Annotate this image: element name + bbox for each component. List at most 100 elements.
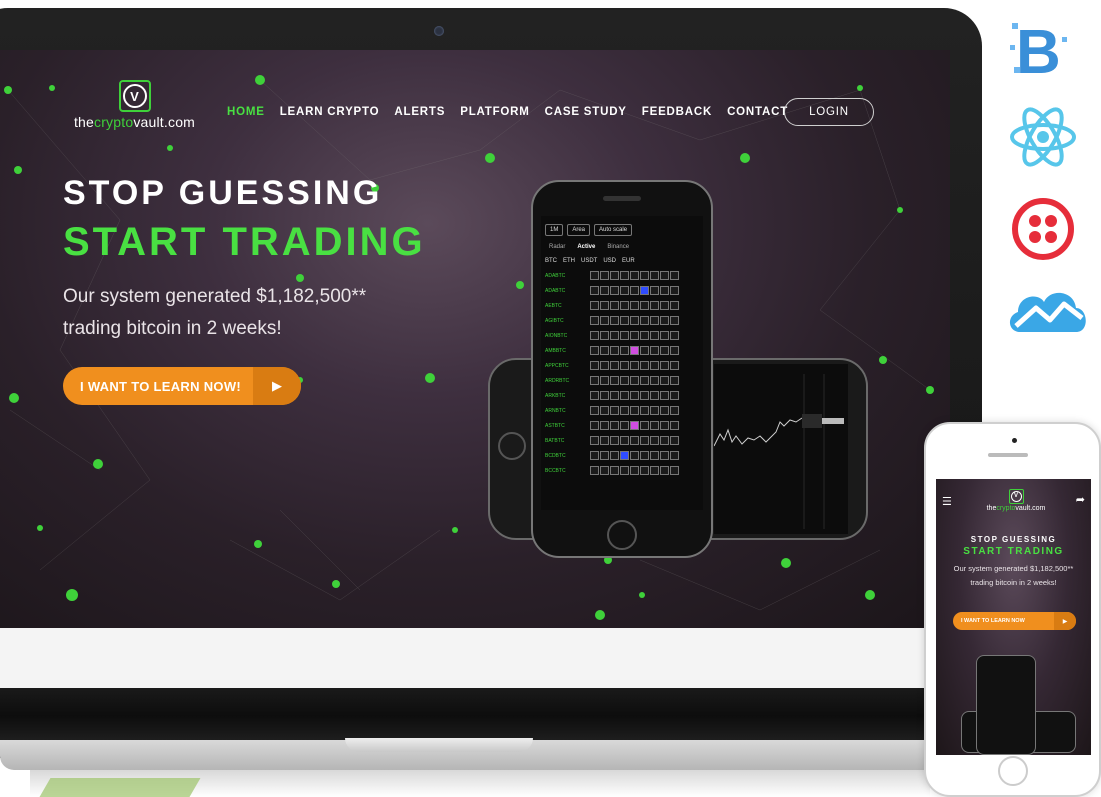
signal-cells: [590, 286, 679, 295]
chart-type-select[interactable]: Area: [567, 224, 591, 236]
tab-active[interactable]: Active: [577, 244, 595, 250]
login-button[interactable]: LOGIN: [784, 98, 874, 126]
signal-cells: [590, 316, 679, 325]
signal-cell: [640, 346, 649, 355]
signal-cell: [610, 286, 619, 295]
signal-cell: [590, 361, 599, 370]
signal-cell: [600, 346, 609, 355]
phone-speaker: [988, 453, 1028, 457]
signal-cell: [630, 271, 639, 280]
signal-cell: [670, 406, 679, 415]
symbol-label: ARNBTC: [545, 407, 566, 414]
signal-cell: [660, 406, 669, 415]
signal-cell: [660, 331, 669, 340]
signal-cell: [620, 271, 629, 280]
mobile-logo[interactable]: V thecryptovault.com: [976, 489, 1056, 512]
tab-radar[interactable]: Radar: [549, 244, 565, 250]
filter-eth[interactable]: ETH: [563, 258, 575, 264]
symbol-list: ADABTC ADABTC AEBTC AGIBTC AIONBTC AMBBTC APPC…: [541, 268, 703, 478]
signal-cell: [610, 316, 619, 325]
hamburger-menu-icon[interactable]: ☰: [942, 495, 952, 508]
hero-subtext-line-2: trading bitcoin in 2 weeks!: [63, 318, 282, 339]
mobile-learn-now-button[interactable]: I WANT TO LEARN NOW ▶: [953, 612, 1076, 630]
symbol-row[interactable]: ARKBTC: [541, 388, 703, 403]
signal-cell: [590, 316, 599, 325]
nav-feedback[interactable]: FEEDBACK: [642, 106, 712, 118]
floor-accent: [39, 778, 201, 797]
learn-now-button[interactable]: I WANT TO LEARN NOW! ▶: [63, 367, 301, 405]
signal-cell: [660, 316, 669, 325]
symbol-row[interactable]: BCDBTC: [541, 448, 703, 463]
phone-speaker: [603, 196, 641, 201]
mobile-logo-wordmark-prefix: the: [986, 505, 997, 512]
signal-cell: [600, 361, 609, 370]
mobile-portrait-phone: [976, 655, 1036, 755]
exchange-select[interactable]: Binance: [607, 244, 629, 250]
symbol-row[interactable]: AEBTC: [541, 298, 703, 313]
signal-cell: [660, 436, 669, 445]
nav-case-study[interactable]: CASE STUDY: [545, 106, 627, 118]
nav-learn-crypto[interactable]: LEARN CRYPTO: [280, 106, 380, 118]
mobile-subtext: Our system generated $1,182,500** tradin…: [940, 562, 1087, 590]
symbol-label: AEBTC: [545, 302, 562, 309]
symbol-row[interactable]: ARDRBTC: [541, 373, 703, 388]
signal-cell: [610, 451, 619, 460]
mobile-screen: ☰ ➦ V thecryptovault.com STOP GUESSING S…: [936, 479, 1091, 755]
mobile-logo-badge-letter: V: [1010, 491, 1022, 502]
signal-cell: [640, 331, 649, 340]
auto-scale-button[interactable]: Auto scale: [594, 224, 633, 236]
symbol-row[interactable]: BATBTC: [541, 433, 703, 448]
symbol-row[interactable]: AMBBTC: [541, 343, 703, 358]
signal-cell: [590, 376, 599, 385]
symbol-row[interactable]: AIONBTC: [541, 328, 703, 343]
symbol-row[interactable]: ASTBTC: [541, 418, 703, 433]
signal-cell: [590, 466, 599, 475]
nav-platform[interactable]: PLATFORM: [460, 106, 529, 118]
site-logo[interactable]: V thecryptovault.com: [62, 80, 207, 130]
hero-subtext-line-1: Our system generated $1,182,500**: [63, 286, 367, 307]
signal-cell: [590, 286, 599, 295]
signal-cell: [640, 451, 649, 460]
hero-subtext: Our system generated $1,182,500** tradin…: [63, 281, 443, 345]
filter-eur[interactable]: EUR: [622, 258, 635, 264]
symbol-row[interactable]: BCCBTC: [541, 463, 703, 478]
symbol-row[interactable]: ADABTC: [541, 268, 703, 283]
signal-cell: [610, 346, 619, 355]
signal-cell: [670, 391, 679, 400]
signal-cell: [590, 346, 599, 355]
signal-cell: [620, 436, 629, 445]
signal-cell: [590, 421, 599, 430]
signal-cell: [640, 436, 649, 445]
signal-cell: [630, 436, 639, 445]
signal-cell: [670, 421, 679, 430]
filter-usdt[interactable]: USDT: [581, 258, 597, 264]
symbol-label: ARKBTC: [545, 392, 566, 399]
symbol-row[interactable]: ADABTC: [541, 283, 703, 298]
home-button-icon[interactable]: [998, 756, 1028, 786]
twilio-icon: [1012, 198, 1074, 260]
filter-btc[interactable]: BTC: [545, 258, 557, 264]
filter-usd[interactable]: USD: [603, 258, 616, 264]
nav-alerts[interactable]: ALERTS: [394, 106, 445, 118]
symbol-row[interactable]: AGIBTC: [541, 313, 703, 328]
signal-cell: [660, 376, 669, 385]
symbol-row[interactable]: ARNBTC: [541, 403, 703, 418]
symbol-row[interactable]: APPCBTC: [541, 358, 703, 373]
nav-contact[interactable]: CONTACT: [727, 106, 788, 118]
signal-cell: [590, 406, 599, 415]
mobile-subtext-line-2: trading bitcoin in 2 weeks!: [970, 578, 1057, 587]
signal-cell: [670, 346, 679, 355]
signal-cell: [650, 286, 659, 295]
signal-cell: [640, 376, 649, 385]
share-icon[interactable]: ➦: [1076, 493, 1085, 506]
symbol-label: ADABTC: [545, 287, 566, 294]
signal-cell: [650, 331, 659, 340]
signal-cell: [660, 346, 669, 355]
symbol-label: BCCBTC: [545, 467, 566, 474]
nav-home[interactable]: HOME: [227, 106, 265, 118]
signal-cell: [620, 406, 629, 415]
signal-cell: [660, 421, 669, 430]
interval-select[interactable]: 1M: [545, 224, 564, 236]
svg-text:B: B: [1016, 18, 1061, 83]
signal-cell: [610, 361, 619, 370]
